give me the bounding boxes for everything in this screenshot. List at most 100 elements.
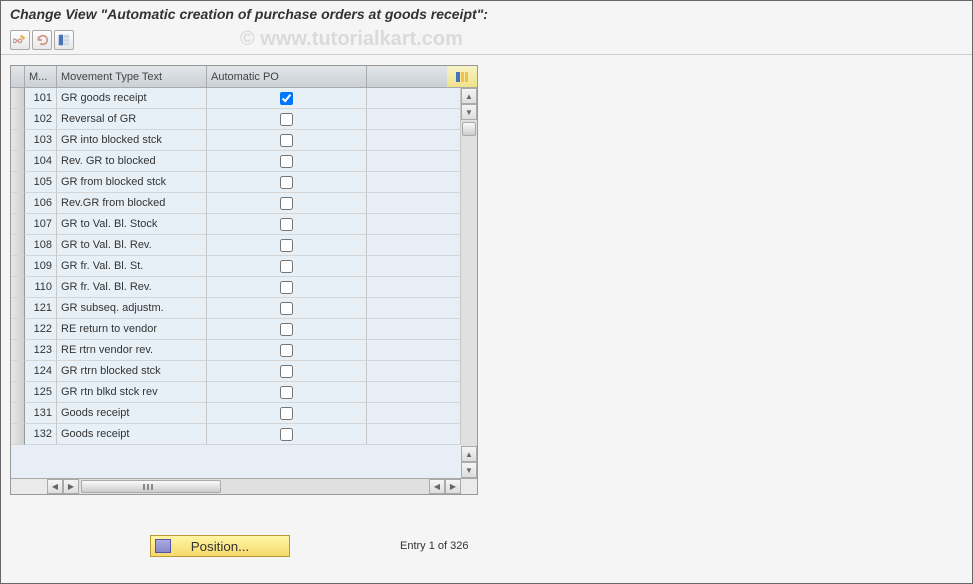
table-row: 125GR rtn blkd stck rev [11, 382, 461, 403]
movement-text-cell: Goods receipt [57, 403, 207, 424]
movement-type-cell: 109 [25, 256, 57, 277]
automatic-po-checkbox[interactable] [280, 323, 293, 336]
row-selector[interactable] [11, 193, 25, 214]
movement-type-cell: 132 [25, 424, 57, 445]
table-row: 131Goods receipt [11, 403, 461, 424]
table-row: 123RE rtrn vendor rev. [11, 340, 461, 361]
undo-button[interactable] [32, 30, 52, 50]
movement-text-cell: GR from blocked stck [57, 172, 207, 193]
column-header-automatic-po[interactable]: Automatic PO [207, 66, 367, 88]
automatic-po-cell [207, 382, 367, 403]
column-config-button[interactable] [447, 66, 477, 88]
automatic-po-checkbox[interactable] [280, 260, 293, 273]
movement-type-cell: 106 [25, 193, 57, 214]
movement-text-cell: GR rtn blkd stck rev [57, 382, 207, 403]
table-row: 105GR from blocked stck [11, 172, 461, 193]
automatic-po-checkbox[interactable] [280, 155, 293, 168]
automatic-po-checkbox[interactable] [280, 386, 293, 399]
position-button[interactable]: Position... [150, 535, 290, 557]
row-selector[interactable] [11, 235, 25, 256]
automatic-po-checkbox[interactable] [280, 428, 293, 441]
movement-type-cell: 104 [25, 151, 57, 172]
automatic-po-cell [207, 277, 367, 298]
row-selector[interactable] [11, 277, 25, 298]
automatic-po-checkbox[interactable] [280, 134, 293, 147]
automatic-po-checkbox[interactable] [280, 239, 293, 252]
automatic-po-checkbox[interactable] [280, 197, 293, 210]
movement-text-cell: RE rtrn vendor rev. [57, 340, 207, 361]
automatic-po-cell [207, 214, 367, 235]
movement-text-cell: RE return to vendor [57, 319, 207, 340]
scroll-up-arrow[interactable]: ▲ [461, 88, 477, 104]
vertical-scroll-thumb[interactable] [462, 122, 476, 136]
automatic-po-checkbox[interactable] [280, 176, 293, 189]
movement-text-cell: Rev. GR to blocked [57, 151, 207, 172]
movement-type-cell: 108 [25, 235, 57, 256]
movement-type-cell: 102 [25, 109, 57, 130]
automatic-po-checkbox[interactable] [280, 92, 293, 105]
automatic-po-checkbox[interactable] [280, 113, 293, 126]
scroll-down-arrow-bottom[interactable]: ▼ [461, 462, 477, 478]
row-selector[interactable] [11, 88, 25, 109]
column-header-movement[interactable]: M... [25, 66, 57, 88]
horizontal-scrollbar[interactable]: ◀ ▶ ◀ ▶ [11, 478, 477, 494]
select-block-button[interactable] [54, 30, 74, 50]
automatic-po-checkbox[interactable] [280, 407, 293, 420]
scroll-right-arrow[interactable]: ◀ [429, 479, 445, 494]
movement-type-cell: 105 [25, 172, 57, 193]
row-selector[interactable] [11, 130, 25, 151]
table-body: 101GR goods receipt102Reversal of GR103G… [11, 88, 461, 478]
scroll-left-first-arrow[interactable]: ◀ [47, 479, 63, 494]
row-selector[interactable] [11, 403, 25, 424]
movement-type-table: M... Movement Type Text Automatic PO 101… [10, 65, 478, 495]
movement-text-cell: GR to Val. Bl. Stock [57, 214, 207, 235]
movement-type-cell: 124 [25, 361, 57, 382]
row-selector[interactable] [11, 424, 25, 445]
row-selector[interactable] [11, 151, 25, 172]
automatic-po-checkbox[interactable] [280, 344, 293, 357]
entry-status-text: Entry 1 of 326 [400, 540, 469, 552]
page-title: Change View "Automatic creation of purch… [0, 0, 973, 26]
automatic-po-cell [207, 424, 367, 445]
display-change-toggle-button[interactable] [10, 30, 30, 50]
table-settings-icon [455, 71, 469, 83]
movement-text-cell: GR into blocked stck [57, 130, 207, 151]
table-row: 121GR subseq. adjustm. [11, 298, 461, 319]
table-row: 107GR to Val. Bl. Stock [11, 214, 461, 235]
automatic-po-cell [207, 319, 367, 340]
automatic-po-cell [207, 298, 367, 319]
scroll-right-last-arrow[interactable]: ▶ [445, 479, 461, 494]
movement-type-cell: 122 [25, 319, 57, 340]
automatic-po-checkbox[interactable] [280, 218, 293, 231]
row-selector[interactable] [11, 382, 25, 403]
row-selector[interactable] [11, 214, 25, 235]
horizontal-scroll-thumb[interactable] [81, 480, 221, 493]
movement-type-cell: 123 [25, 340, 57, 361]
horizontal-scroll-track[interactable] [79, 479, 429, 494]
automatic-po-checkbox[interactable] [280, 365, 293, 378]
scroll-up-arrow-bottom[interactable]: ▲ [461, 446, 477, 462]
movement-text-cell: GR subseq. adjustm. [57, 298, 207, 319]
table-row: 110GR fr. Val. Bl. Rev. [11, 277, 461, 298]
automatic-po-cell [207, 256, 367, 277]
row-selector[interactable] [11, 340, 25, 361]
row-selector[interactable] [11, 109, 25, 130]
automatic-po-checkbox[interactable] [280, 302, 293, 315]
scroll-left-arrow[interactable]: ▶ [63, 479, 79, 494]
movement-text-cell: Reversal of GR [57, 109, 207, 130]
table-row: 101GR goods receipt [11, 88, 461, 109]
vertical-scrollbar[interactable]: ▲ ▼ ▲ ▼ [461, 88, 477, 478]
movement-text-cell: Rev.GR from blocked [57, 193, 207, 214]
row-selector[interactable] [11, 172, 25, 193]
row-selector[interactable] [11, 361, 25, 382]
row-selector[interactable] [11, 256, 25, 277]
table-row: 106Rev.GR from blocked [11, 193, 461, 214]
column-header-movement-text[interactable]: Movement Type Text [57, 66, 207, 88]
vertical-scroll-track[interactable] [461, 120, 477, 446]
automatic-po-checkbox[interactable] [280, 281, 293, 294]
row-selector[interactable] [11, 298, 25, 319]
table-row: 132Goods receipt [11, 424, 461, 445]
scroll-down-arrow[interactable]: ▼ [461, 104, 477, 120]
movement-type-cell: 110 [25, 277, 57, 298]
row-selector[interactable] [11, 319, 25, 340]
